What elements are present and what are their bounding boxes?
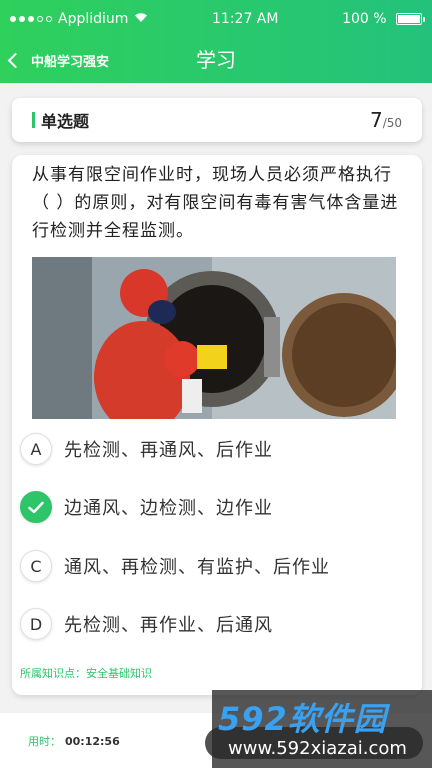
option-b-label: 边通风、边检测、边作业 <box>64 498 273 519</box>
option-d-label: 先检测、再作业、后通风 <box>64 615 273 636</box>
wifi-icon <box>134 12 148 26</box>
timer: 用时： 00:12:56 <box>28 733 120 749</box>
status-battery: 100 % <box>342 11 425 27</box>
option-d-marker: D <box>20 608 52 640</box>
option-a-marker: A <box>20 433 52 465</box>
current-question-number: 7 <box>369 108 383 132</box>
accent-bar <box>32 112 35 128</box>
option-c-marker: C <box>20 550 52 582</box>
knowledge-point: 所属知识点：安全基础知识 <box>20 665 152 681</box>
knowledge-point-label: 所属知识点： <box>20 667 86 680</box>
option-c-label: 通风、再检测、有监护、后作业 <box>64 557 330 578</box>
battery-icon <box>396 13 425 25</box>
status-time: 11:27 AM <box>212 11 279 27</box>
question-header: 单选题 7/50 <box>12 98 422 142</box>
signal-icon <box>10 16 52 22</box>
question-type-label: 单选题 <box>41 112 90 131</box>
option-a[interactable]: A 先检测、再通风、后作业 <box>20 427 410 471</box>
watermark-brand: 592软件园 <box>218 700 387 738</box>
question-photo <box>32 257 396 419</box>
question-type: 单选题 <box>32 108 89 132</box>
knowledge-point-value: 安全基础知识 <box>86 667 152 680</box>
page-title: 学习 <box>196 48 236 72</box>
option-c[interactable]: C 通风、再检测、有监护、后作业 <box>20 544 410 588</box>
nav-bar: 中船学习强安 学习 <box>0 38 432 83</box>
option-b[interactable]: 边通风、边检测、边作业 <box>20 485 410 529</box>
option-d[interactable]: D 先检测、再作业、后通风 <box>20 602 410 646</box>
option-a-label: 先检测、再通风、后作业 <box>64 440 273 461</box>
watermark-url: www.592xiazai.com <box>228 738 407 759</box>
check-icon <box>20 491 52 523</box>
timer-value: 00:12:56 <box>65 735 120 748</box>
question-text: 从事有限空间作业时，现场人员必须严格执行（ ）的原则，对有限空间有毒有害气体含量… <box>32 165 399 241</box>
question-counter: 7/50 <box>370 108 402 132</box>
question-card: 从事有限空间作业时，现场人员必须严格执行（ ）的原则，对有限空间有毒有害气体含量… <box>12 155 422 695</box>
status-left: Applidium <box>10 11 148 27</box>
status-bar: Applidium 11:27 AM 100 % <box>0 0 432 38</box>
carrier-name: Applidium <box>58 11 129 27</box>
total-question-count: /50 <box>382 116 402 130</box>
timer-label: 用时： <box>28 735 61 748</box>
watermark: 592软件园 www.592xiazai.com <box>212 690 432 768</box>
